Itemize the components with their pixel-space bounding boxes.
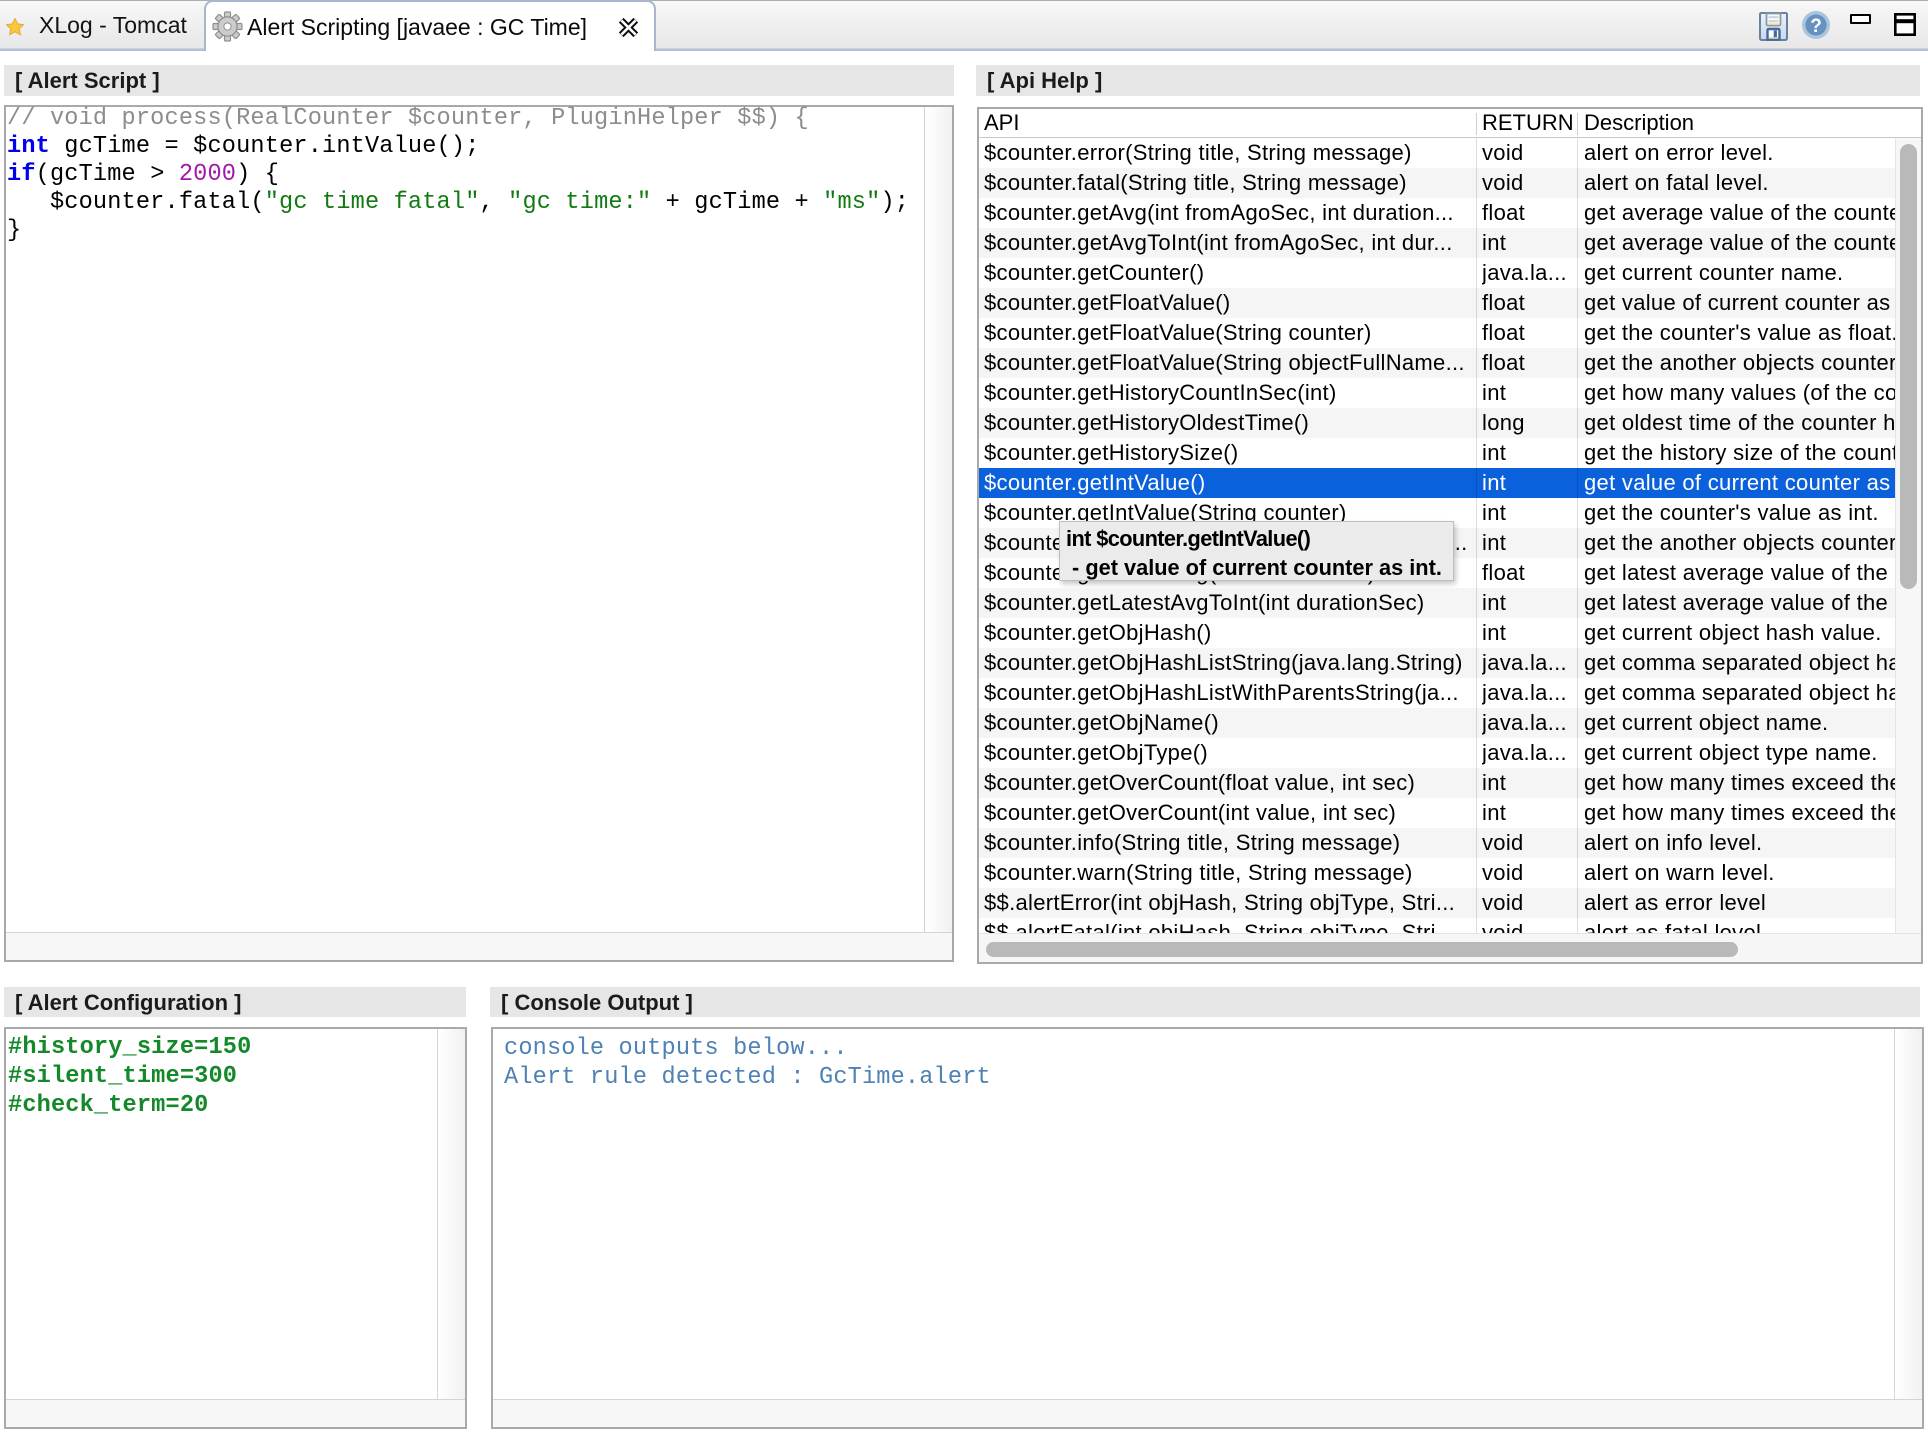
svg-text:?: ? (1810, 16, 1822, 37)
